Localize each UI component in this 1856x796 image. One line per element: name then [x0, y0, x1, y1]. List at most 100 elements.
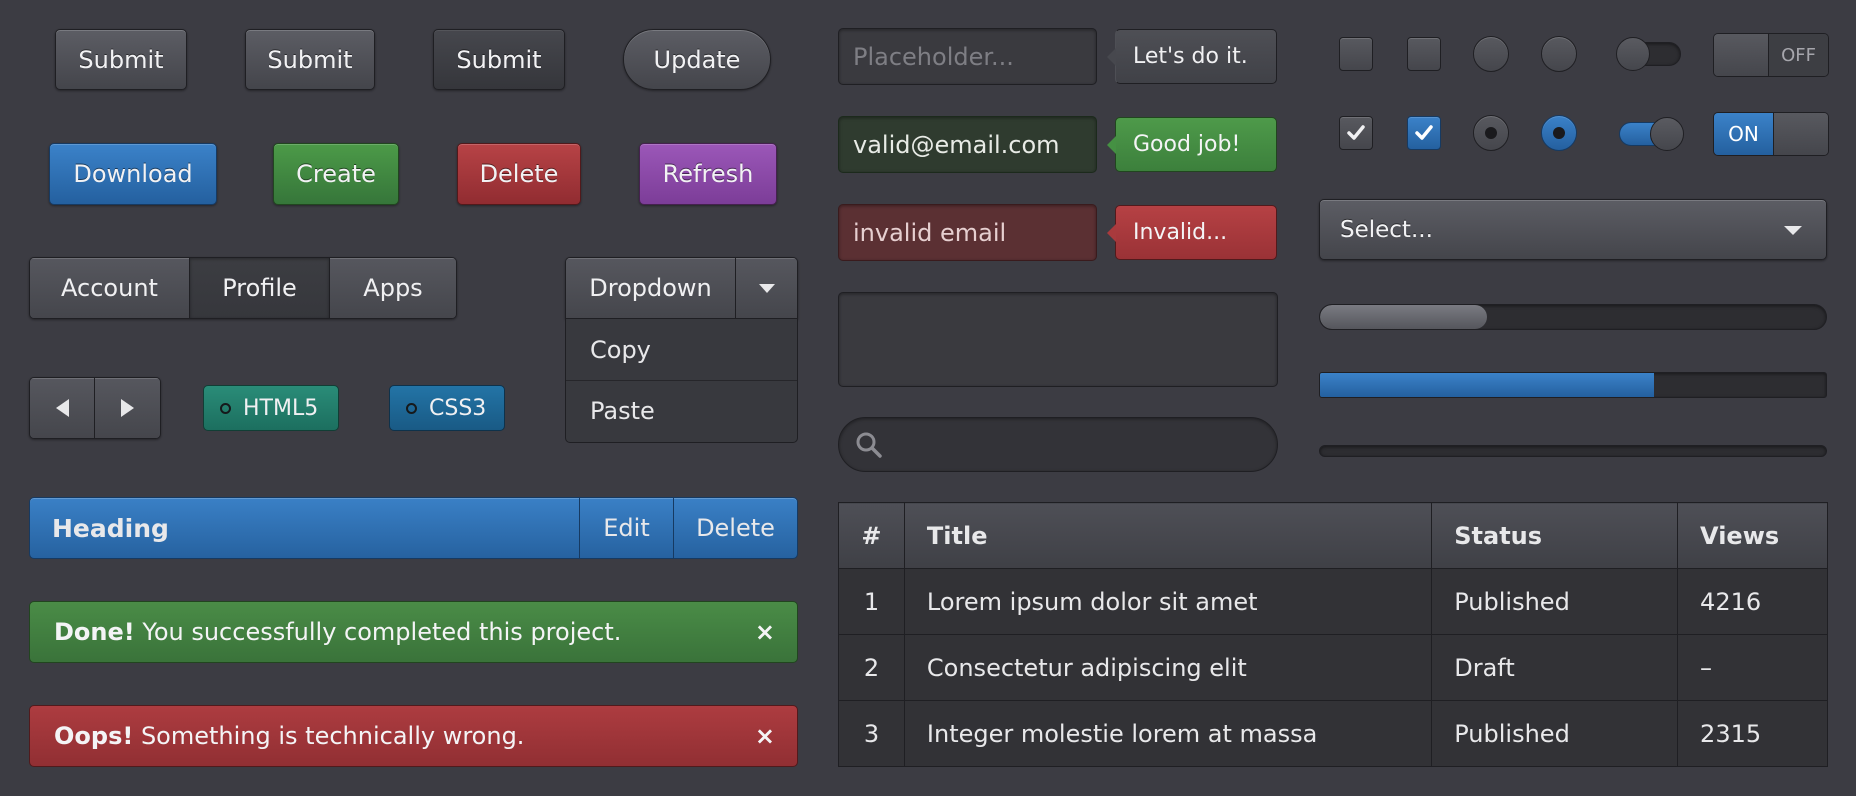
tooltip-error: Invalid... [1107, 205, 1277, 260]
update-button[interactable]: Update [623, 29, 771, 90]
menu-item-copy[interactable]: Copy [566, 319, 797, 380]
delete-button[interactable]: Delete [457, 143, 581, 205]
on-off-switch-on[interactable]: ON [1713, 112, 1829, 156]
tooltip-text: Invalid... [1133, 220, 1228, 245]
table-cell: Draft [1431, 634, 1679, 701]
progress-fill [1320, 373, 1654, 397]
radio-checked-2[interactable] [1541, 115, 1577, 151]
table-cell: 3 [838, 700, 905, 767]
tab-account[interactable]: Account [30, 258, 190, 318]
tooltip-text: Let's do it. [1133, 44, 1248, 69]
radio-dot-icon [1485, 127, 1497, 139]
table-cell: Consectetur adipiscing elit [903, 634, 1433, 701]
alert-text: You successfully completed this project. [134, 618, 622, 646]
tooltip-default: Let's do it. [1107, 29, 1277, 84]
download-button[interactable]: Download [49, 143, 217, 205]
column-header[interactable]: Title [903, 502, 1433, 569]
select-label: Select... [1340, 216, 1433, 243]
textarea[interactable] [838, 292, 1278, 387]
dot-icon [220, 402, 231, 414]
tab-apps[interactable]: Apps [330, 258, 456, 318]
delete-heading-button[interactable]: Delete [673, 498, 797, 558]
invalid-email-input[interactable]: invalid email [838, 204, 1097, 261]
checkbox-unchecked-2[interactable] [1407, 37, 1441, 71]
progress-bar-2 [1319, 372, 1827, 398]
alert-text: Something is technically wrong. [133, 722, 525, 750]
badge-label: HTML5 [243, 395, 319, 421]
progress-bar-1 [1319, 304, 1827, 330]
caret-down-icon [758, 283, 775, 293]
tab-profile[interactable]: Profile [190, 258, 330, 318]
check-icon [1347, 125, 1365, 140]
close-icon[interactable]: × [755, 618, 775, 646]
create-button[interactable]: Create [273, 143, 399, 205]
badge-css3[interactable]: CSS3 [389, 385, 505, 431]
progress-bar-3 [1319, 445, 1827, 457]
radio-checked-1[interactable] [1473, 115, 1509, 151]
close-icon[interactable]: × [755, 722, 775, 750]
radio-dot-icon [1553, 127, 1565, 139]
select-dropdown[interactable]: Select... [1319, 199, 1827, 260]
alert-strong: Oops! [54, 722, 134, 750]
switch-on-label: ON [1714, 113, 1773, 155]
submit-button-1[interactable]: Submit [55, 29, 187, 90]
triangle-left-icon [55, 399, 69, 417]
pager [29, 377, 161, 439]
check-icon [1415, 125, 1433, 140]
toggle-switch-off[interactable] [1616, 37, 1681, 71]
checkbox-checked-1[interactable] [1339, 116, 1373, 150]
placeholder-input[interactable]: Placeholder... [838, 28, 1097, 85]
dropdown-button-group: Dropdown [565, 257, 798, 319]
toggle-knob [1650, 117, 1684, 151]
table-cell: 1 [838, 568, 905, 635]
table-cell: – [1677, 634, 1828, 701]
table-cell: Integer molestie lorem at massa [903, 700, 1433, 767]
toggle-switch-on[interactable] [1619, 117, 1684, 151]
valid-email-input[interactable]: valid@email.com [838, 116, 1097, 173]
column-header[interactable]: # [838, 502, 905, 569]
table-cell: 2315 [1677, 700, 1828, 767]
table-header-row: # Title Status Views [838, 502, 1828, 569]
prev-button[interactable] [30, 378, 95, 438]
tooltip-success: Good job! [1107, 117, 1277, 172]
table-cell: Published [1431, 568, 1679, 635]
switch-off-label: OFF [1769, 34, 1828, 76]
checkbox-unchecked-1[interactable] [1339, 37, 1373, 71]
table-cell: Lorem ipsum dolor sit amet [903, 568, 1433, 635]
edit-button[interactable]: Edit [579, 498, 673, 558]
radio-unchecked-2[interactable] [1541, 36, 1577, 72]
error-alert: Oops! Something is technically wrong. × [29, 705, 798, 767]
radio-unchecked-1[interactable] [1473, 36, 1509, 72]
switch-knob [1773, 113, 1828, 155]
triangle-right-icon [121, 399, 134, 417]
checkbox-checked-2[interactable] [1407, 116, 1441, 150]
toggle-knob [1616, 37, 1650, 71]
success-alert: Done! You successfully completed this pr… [29, 601, 798, 663]
submit-button-pressed[interactable]: Submit [433, 29, 565, 90]
column-header[interactable]: Views [1677, 502, 1828, 569]
badge-label: CSS3 [429, 395, 487, 421]
tooltip-text: Good job! [1133, 132, 1241, 157]
search-icon [856, 432, 882, 458]
data-table: # Title Status Views 1 Lorem ipsum dolor… [838, 502, 1828, 767]
table-row[interactable]: 1 Lorem ipsum dolor sit amet Published 4… [838, 568, 1828, 635]
alert-strong: Done! [54, 618, 135, 646]
next-button[interactable] [95, 378, 160, 438]
progress-fill [1320, 305, 1487, 329]
table-row[interactable]: 3 Integer molestie lorem at massa Publis… [838, 700, 1828, 767]
segmented-control: Account Profile Apps [29, 257, 457, 319]
dropdown-button[interactable]: Dropdown [566, 258, 736, 318]
menu-item-paste[interactable]: Paste [566, 380, 797, 441]
on-off-switch-off[interactable]: OFF [1713, 33, 1829, 77]
refresh-button[interactable]: Refresh [639, 143, 777, 205]
switch-knob [1714, 34, 1769, 76]
dropdown-menu: Copy Paste [565, 319, 798, 443]
heading-title: Heading [52, 513, 169, 543]
dropdown-toggle[interactable] [736, 258, 797, 318]
badge-html5[interactable]: HTML5 [203, 385, 339, 431]
column-header[interactable]: Status [1431, 502, 1679, 569]
table-row[interactable]: 2 Consectetur adipiscing elit Draft – [838, 634, 1828, 701]
heading-bar: Heading Edit Delete [29, 497, 798, 559]
search-input[interactable] [838, 417, 1278, 472]
submit-button-2[interactable]: Submit [245, 29, 375, 90]
